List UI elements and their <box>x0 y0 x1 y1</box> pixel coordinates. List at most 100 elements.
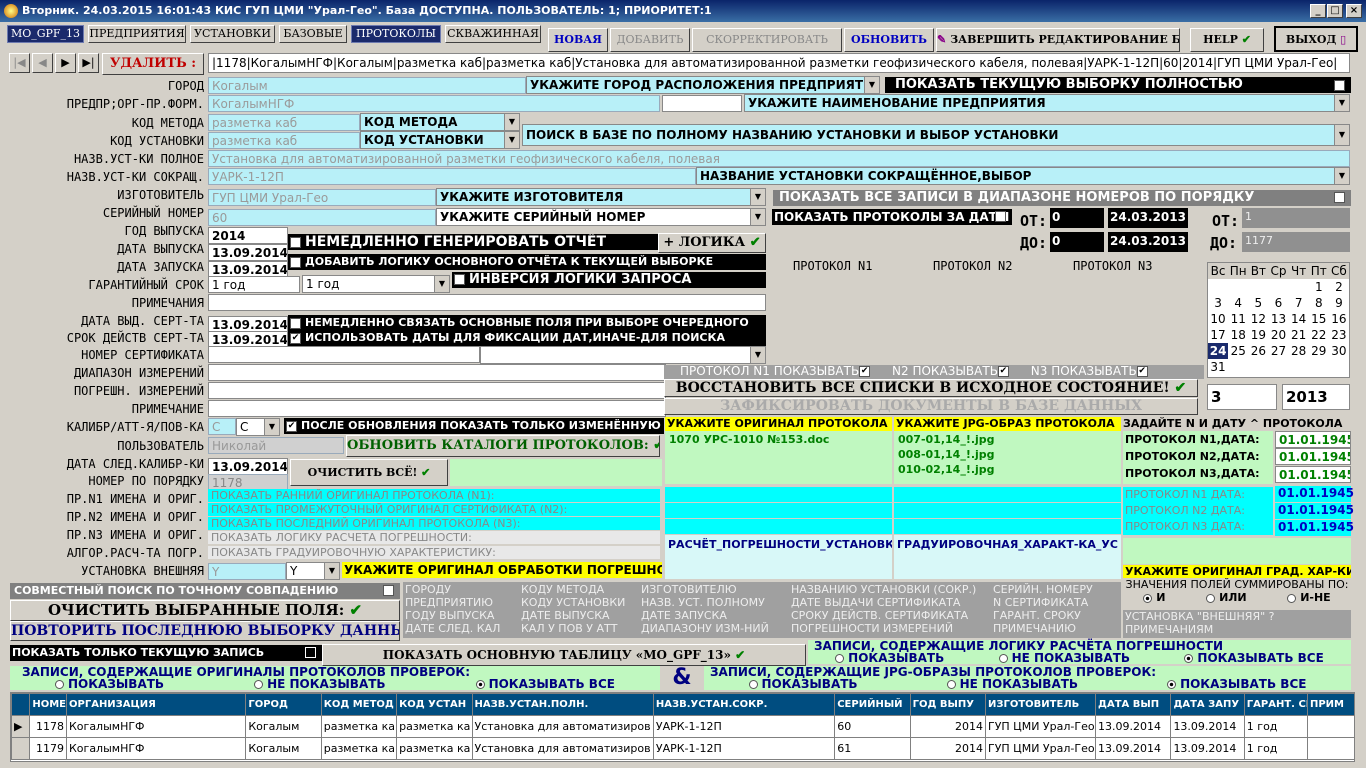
sum-and-radio[interactable]: И <box>1143 591 1166 604</box>
by-dates-toggle[interactable]: ПОКАЗАТЬ ПРОТОКОЛЫ ЗА ДАТЫ <box>772 209 1012 225</box>
checkbox[interactable] <box>290 256 301 268</box>
grad-show[interactable]: ПОКАЗАТЬ ГРАДУИРОВОЧНУЮ ХАРАКТЕРИСТИКУ: <box>208 546 660 559</box>
cert-num-select[interactable]: ▼ <box>480 346 766 364</box>
checkbox[interactable] <box>290 317 301 329</box>
search-method[interactable]: КОДУ МЕТОДА <box>521 583 631 596</box>
year-field[interactable]: 2014 <box>208 227 288 244</box>
pr3-orig-slot[interactable] <box>665 519 892 534</box>
calendar-day[interactable]: 20 <box>1268 327 1288 343</box>
calendar-day[interactable]: 4 <box>1228 295 1248 311</box>
search-external[interactable]: УСТАНОВКА "ВНЕШНЯЯ" ? <box>1125 610 1351 623</box>
orig-protocol-file[interactable]: 1070 УРС-1010 №153.doc <box>665 431 892 448</box>
pr2-orig-slot[interactable] <box>665 503 892 518</box>
pr1-show[interactable]: ПОКАЗАТЬ РАННИЙ ОРИГИНАЛ ПРОТОКОЛА (N1): <box>208 489 660 502</box>
cell[interactable]: 1178 <box>29 715 67 738</box>
checkbox[interactable] <box>1334 192 1345 203</box>
from-date-field[interactable]: 24.03.2013 <box>1108 208 1188 228</box>
cell[interactable]: УАРК-1-12П <box>652 715 836 738</box>
cell[interactable]: Когалым <box>245 737 322 760</box>
tab-base[interactable]: БАЗОВЫЕ <box>279 25 347 43</box>
cell[interactable]: 1179 <box>29 737 67 760</box>
warranty-field[interactable]: 1 год <box>208 276 300 293</box>
maximize-icon[interactable]: □ <box>1327 4 1343 18</box>
show-range-toggle[interactable]: ПОКАЗАТЬ ВСЕ ЗАПИСИ В ДИАПАЗОНЕ НОМЕРОВ … <box>773 190 1351 206</box>
checkbox[interactable] <box>305 647 316 658</box>
checkbox[interactable] <box>290 236 301 248</box>
cert-num-field[interactable] <box>208 346 480 363</box>
tab-enterprises[interactable]: ПРЕДПРИЯТИЯ <box>88 25 186 43</box>
jpg-noshow-radio[interactable]: НЕ ПОКАЗЫВАТЬ <box>946 678 1078 690</box>
range-field[interactable] <box>208 364 666 381</box>
cell[interactable]: 1 год <box>1243 737 1308 760</box>
external-field[interactable]: Y <box>208 563 286 580</box>
pr2-jpg-slot[interactable] <box>894 503 1121 518</box>
jpg-file[interactable]: 008-01,14_!.jpg <box>894 446 1121 461</box>
notes2-field[interactable] <box>208 400 666 417</box>
search-start[interactable]: ДАТЕ ЗАПУСКА <box>641 609 771 622</box>
search-cert-date[interactable]: ДАТЕ ВЫДАЧИ СЕРТИФИКАТА <box>791 596 981 609</box>
maker-select[interactable]: УКАЖИТЕ ИЗГОТОВИТЕЛЯ ▼ <box>436 188 766 206</box>
search-error[interactable]: ПОГРЕШНОСТИ ИЗМЕРЕНИЙ <box>791 622 981 635</box>
name-full-field[interactable]: Установка для автоматизированной разметк… <box>208 150 1350 167</box>
new-button[interactable]: НОВАЯ <box>548 28 608 52</box>
checkbox[interactable] <box>995 211 1006 222</box>
name-short-field[interactable]: УАРК-1-12П <box>208 168 696 185</box>
calendar-day[interactable]: 19 <box>1248 327 1268 343</box>
table-row[interactable]: 1179 КогалымНГФ Когалым разметка ка разм… <box>11 737 1354 760</box>
jpg-protocol-list[interactable]: 007-01,14_!.jpg 008-01,14_!.jpg 010-02,1… <box>894 431 1121 484</box>
checkbox[interactable]: ✔ <box>290 332 301 344</box>
logic-showall-radio[interactable]: ПОКАЗЫВАТЬ ВСЕ <box>1184 652 1324 664</box>
search-serial[interactable]: СЕРИЙН. НОМЕРУ <box>993 583 1118 596</box>
col-header[interactable]: НАЗВ.УСТАН.СОКР. <box>652 693 836 716</box>
month-spinner[interactable]: 3 <box>1207 384 1277 410</box>
add-button[interactable]: ДОБАВИТЬ <box>610 28 690 52</box>
show-n2-checkbox[interactable]: ✔ <box>997 366 1009 377</box>
col-header[interactable]: НОМЕР <box>29 693 67 716</box>
calendar-day-selected[interactable]: 24 <box>1208 343 1229 359</box>
table-row[interactable]: ▶ 1178 КогалымНГФ Когалым разметка ка ра… <box>11 715 1354 738</box>
search-city[interactable]: ГОРОДУ <box>405 583 515 596</box>
cell[interactable]: разметка ка <box>396 715 473 738</box>
cell[interactable]: 61 <box>834 737 911 760</box>
protocol-date2-n3[interactable]: 01.01.1945 <box>1275 520 1354 536</box>
calendar-day[interactable]: 10 <box>1208 311 1228 327</box>
refresh-button[interactable]: ОБНОВИТЬ <box>844 28 934 52</box>
cell[interactable]: Когалым <box>245 715 322 738</box>
serial-select[interactable]: УКАЖИТЕ СЕРИЙНЫЙ НОМЕР ▼ <box>436 208 766 226</box>
calendar-day[interactable]: 18 <box>1228 327 1248 343</box>
search-maker[interactable]: ИЗГОТОВИТЕЛЮ <box>641 583 771 596</box>
cell[interactable]: 1 год <box>1243 715 1308 738</box>
to-number-spinner[interactable]: 0 <box>1050 232 1104 252</box>
method-select[interactable]: КОД МЕТОДА ▼ <box>360 113 520 131</box>
use-dates-toggle[interactable]: ✔ ИСПОЛЬЗОВАТЬ ДАТЫ ДЛЯ ФИКСАЦИИ ДАТ,ИНАЧ… <box>288 330 766 346</box>
search-calib[interactable]: КАЛ У ПОВ У АТТ <box>521 622 631 635</box>
exit-button[interactable]: ВЫХОД ▯ <box>1274 26 1358 52</box>
col-header[interactable]: КОД УСТАН <box>396 693 473 716</box>
pr1-orig-slot[interactable] <box>665 487 892 502</box>
cell[interactable]: Установка для автоматизиров <box>471 715 654 738</box>
pr3-show[interactable]: ПОКАЗАТЬ ПОСЛЕДНИЙ ОРИГИНАЛ ПРОТОКОЛА (N… <box>208 517 660 530</box>
grad-file[interactable]: ГРАДУИРОВОЧНАЯ_ХАРАКТ-КА_УС <box>894 535 1121 579</box>
tab-protocols[interactable]: ПРОТОКОЛЫ <box>351 25 441 43</box>
col-header[interactable]: ПРИМ <box>1306 693 1354 716</box>
notes-field[interactable] <box>208 294 766 311</box>
calendar-day[interactable]: 22 <box>1309 327 1329 343</box>
jpg-file[interactable]: 007-01,14_!.jpg <box>894 431 1121 446</box>
checkbox[interactable] <box>383 585 394 596</box>
last-record-icon[interactable]: ▶| <box>78 53 99 73</box>
search-name-full[interactable]: НАЗВ. УСТ. ПОЛНОМУ <box>641 596 771 609</box>
cell[interactable] <box>1306 737 1354 760</box>
cell[interactable]: 13.09.2014 <box>1095 715 1172 738</box>
show-main-table-button[interactable]: ПОКАЗАТЬ ОСНОВНУЮ ТАБЛИЦУ «MO_GPF_13» ✔ <box>322 644 806 666</box>
finish-edit-button[interactable]: ✎ЗАВЕРШИТЬ РЕДАКТИРОВАНИЕ БАЗЫ <box>936 28 1180 52</box>
search-next-calib[interactable]: ДАТЕ СЛЕД. КАЛ <box>405 622 515 635</box>
calendar-day[interactable]: 27 <box>1268 343 1288 359</box>
calendar-day[interactable]: 14 <box>1289 311 1309 327</box>
calendar-day[interactable]: 31 <box>1208 359 1228 375</box>
update-catalogs-button[interactable]: ОБНОВИТЬ КАТАЛОГИ ПРОТОКОЛОВ: ✔ <box>346 435 660 457</box>
jpg-show-radio[interactable]: ПОКАЗЫВАТЬ <box>748 678 858 690</box>
protocol-date2-n2[interactable]: 01.01.1945 <box>1275 503 1354 519</box>
org-field[interactable]: КогалымНГФ <box>208 95 660 112</box>
next-calib-field[interactable]: 13.09.2014 <box>208 458 288 475</box>
col-header[interactable]: СЕРИЙНЫЙ <box>834 693 911 716</box>
